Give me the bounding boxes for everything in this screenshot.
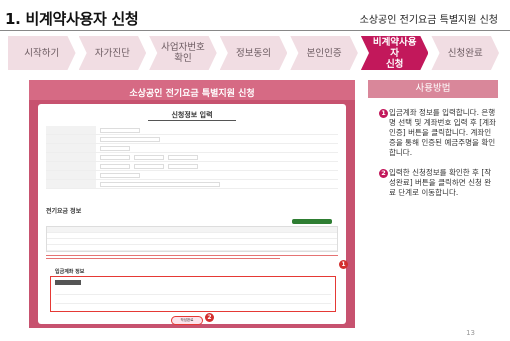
page-title: 1. 비계약사용자 신청: [5, 10, 139, 28]
instruction-item: 1 입금계좌 정보를 입력합니다. 은행명 선택 및 계좌번호 입력 후 [계좌…: [368, 108, 498, 158]
step-identity-verification: 본인인증: [290, 36, 358, 70]
form-row: [46, 171, 338, 180]
electric-bill-table: [46, 226, 338, 252]
notice-text: [46, 255, 338, 263]
form-row: [46, 153, 338, 162]
step-label: 정보동의: [236, 47, 271, 59]
step-label: 신청완료: [447, 47, 483, 59]
page-subtitle: 소상공인 전기요금 특별지원 신청: [359, 15, 498, 26]
step-label: 본인인증: [306, 47, 342, 59]
refund-account-section: 입금계좌 정보: [50, 269, 336, 312]
step-complete: 신청완료: [431, 36, 500, 70]
title-divider: [0, 30, 510, 31]
usage-panel: 사용방법 1 입금계좌 정보를 입력합니다. 은행명 선택 및 계좌번호 입력 …: [368, 80, 498, 198]
instruction-item: 2 입력한 신청정보를 확인한 후 [작성완료] 버튼을 클릭하면 신청 완료 …: [368, 168, 498, 198]
refund-tab: [55, 280, 81, 285]
instruction-number: 2: [379, 169, 388, 178]
form-row: [46, 144, 338, 153]
marker-2: 2: [205, 313, 214, 322]
form-row: [46, 180, 338, 189]
step-label: 자가진단: [94, 47, 130, 59]
bank-account-row: [55, 289, 331, 295]
electric-info-heading: 전기요금 정보: [46, 208, 82, 215]
application-form-card: 신청정보 입력 전기요금 정보 입금계좌 정보 작성완료: [38, 104, 346, 325]
step-business-number: 사업자번호 확인: [149, 36, 217, 70]
marker-1: 1: [339, 260, 348, 269]
usage-panel-heading: 사용방법: [368, 80, 498, 98]
step-self-diagnosis: 자가진단: [78, 36, 147, 70]
step-start: 시작하기: [8, 36, 76, 70]
progress-steps: 시작하기 자가진단 사업자번호 확인 정보동의 본인인증 비계약사용자 신청 신…: [8, 36, 502, 70]
applicant-info-form: [46, 126, 338, 189]
form-row: [46, 162, 338, 171]
refund-account-heading: 입금계좌 정보: [55, 269, 85, 275]
form-row: [46, 126, 338, 135]
instruction-number: 1: [379, 109, 388, 118]
step-label: 시작하기: [24, 47, 60, 59]
screenshot-banner-title: 소상공인 전기요금 특별지원 신청: [129, 89, 255, 99]
instruction-text: 입력한 신청정보를 확인한 후 [작성완료] 버튼을 클릭하면 신청 완료 단계…: [389, 168, 492, 197]
step-label: 사업자번호 확인: [161, 42, 205, 64]
instruction-text: 입금계좌 정보를 입력합니다. 은행명 선택 및 계좌번호 입력 후 [계좌인증…: [389, 108, 496, 157]
step-label: 비계약사용자 신청: [372, 36, 417, 70]
page-number: 13: [466, 329, 475, 337]
form-title-underline: [148, 120, 236, 121]
submit-button-preview: 작성완료: [171, 316, 203, 325]
step-consent: 정보동의: [219, 36, 288, 70]
form-title: 신청정보 입력: [171, 111, 213, 119]
step-non-contract-application: 비계약사용자 신청: [360, 36, 429, 70]
form-row: [46, 135, 338, 144]
green-action-button: [292, 219, 332, 224]
application-screenshot: 소상공인 전기요금 특별지원 신청 신청정보 입력 전기요금 정보 입금계좌 정…: [29, 80, 355, 328]
depositor-row: [55, 298, 331, 304]
